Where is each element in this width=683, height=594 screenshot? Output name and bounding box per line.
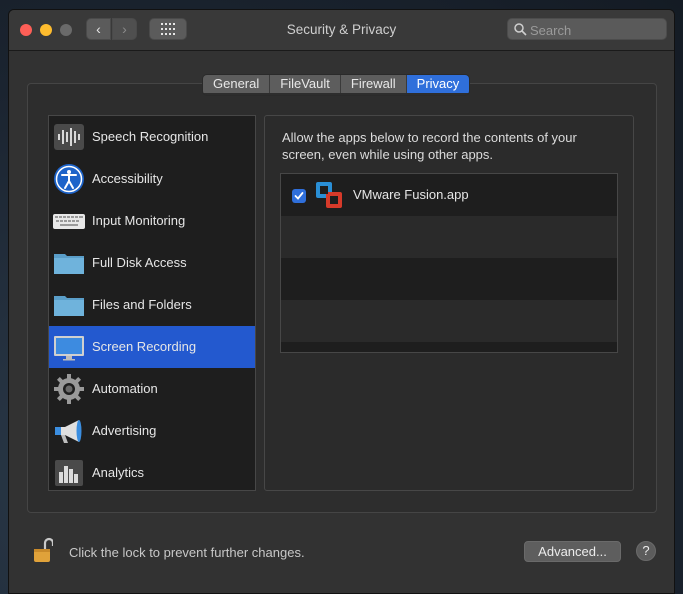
sidebar-item-label: Full Disk Access <box>92 255 187 270</box>
list-item[interactable]: VMware Fusion.app <box>281 174 617 216</box>
empty-row <box>281 300 617 342</box>
sidebar-item-label: Accessibility <box>92 171 163 186</box>
folder-icon <box>54 296 84 316</box>
speech-waveform-icon <box>54 124 84 150</box>
sidebar-item-full-disk-access[interactable]: Full Disk Access <box>49 242 255 284</box>
sidebar-item-label: Speech Recognition <box>92 129 209 144</box>
megaphone-icon <box>55 420 82 443</box>
sidebar-item-input-monitoring[interactable]: Input Monitoring <box>49 200 255 242</box>
sidebar-item-label: Automation <box>92 381 158 396</box>
privacy-category-list: Speech Recognition Accessibility Input M… <box>48 115 256 491</box>
sidebar-item-label: Files and Folders <box>92 297 192 312</box>
search-input[interactable] <box>528 20 666 40</box>
bar-chart-icon <box>55 460 83 486</box>
gear-icon <box>54 374 84 404</box>
display-icon <box>54 336 84 361</box>
sidebar-item-screen-recording[interactable]: Screen Recording <box>49 326 255 368</box>
search-field[interactable] <box>507 18 667 40</box>
sidebar-item-label: Analytics <box>92 465 145 480</box>
app-list: VMware Fusion.app <box>280 173 618 353</box>
sidebar-item-label: Advertising <box>92 423 157 438</box>
sidebar-item-advertising[interactable]: Advertising <box>49 410 255 452</box>
tab-filevault[interactable]: FileVault <box>270 75 341 93</box>
sidebar-item-automation[interactable]: Automation <box>49 368 255 410</box>
sidebar-item-label: Screen Recording <box>92 339 197 354</box>
vmware-fusion-icon <box>316 182 342 208</box>
sidebar-item-files-and-folders[interactable]: Files and Folders <box>49 284 255 326</box>
keyboard-icon <box>53 214 85 229</box>
sidebar-item-speech-recognition[interactable]: Speech Recognition <box>49 116 255 158</box>
screen-recording-panel: Allow the apps below to record the conte… <box>264 115 634 491</box>
app-permission-checkbox[interactable] <box>292 189 306 203</box>
empty-row <box>281 258 617 300</box>
title-bar: ‹ › Security & Privacy <box>9 10 674 51</box>
search-icon <box>514 23 527 36</box>
folder-icon <box>54 254 84 274</box>
advanced-button[interactable]: Advanced... <box>524 541 621 562</box>
preferences-window: ‹ › Security & Privacy General <box>8 9 675 594</box>
empty-row <box>281 216 617 258</box>
tab-firewall[interactable]: Firewall <box>340 75 407 93</box>
sidebar-item-label: Input Monitoring <box>92 213 186 228</box>
sidebar-item-accessibility[interactable]: Accessibility <box>49 158 255 200</box>
app-name: VMware Fusion.app <box>353 187 469 202</box>
tab-general[interactable]: General <box>203 75 271 93</box>
sidebar-item-analytics[interactable]: Analytics <box>49 452 255 494</box>
tab-privacy[interactable]: Privacy <box>406 75 470 93</box>
accessibility-icon <box>54 164 84 194</box>
lock-status-text: Click the lock to prevent further change… <box>69 545 305 560</box>
tab-bar: General FileVault Firewall Privacy <box>202 74 471 96</box>
panel-description: Allow the apps below to record the conte… <box>282 130 577 162</box>
help-button[interactable]: ? <box>636 541 656 561</box>
checkmark-icon <box>294 192 304 200</box>
lock-open-icon[interactable] <box>33 537 53 563</box>
